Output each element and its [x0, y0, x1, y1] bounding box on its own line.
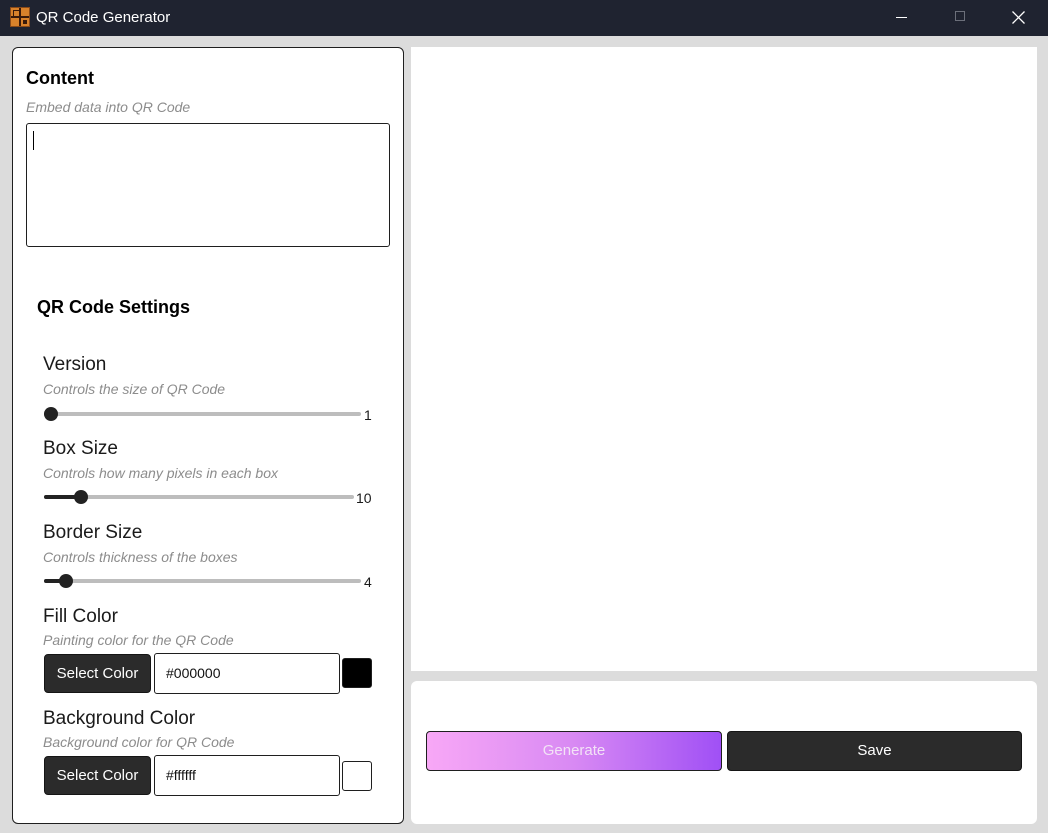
- action-panel: Generate Save: [411, 681, 1037, 824]
- version-hint: Controls the size of QR Code: [43, 381, 226, 397]
- fill-color-swatch: [342, 658, 372, 688]
- qr-app-icon: [10, 7, 30, 27]
- text-cursor: [33, 131, 34, 150]
- fill-select-color-button[interactable]: Select Color: [44, 654, 151, 693]
- close-icon[interactable]: [989, 0, 1047, 36]
- fill-color-hint: Painting color for the QR Code: [43, 632, 234, 648]
- background-select-color-button[interactable]: Select Color: [44, 756, 151, 795]
- background-color-label: Background Color: [43, 708, 196, 729]
- version-label: Version: [43, 354, 107, 375]
- slider-thumb[interactable]: [59, 574, 74, 588]
- slider-thumb[interactable]: [73, 490, 88, 504]
- content-hint: Embed data into QR Code: [26, 99, 191, 115]
- slider-track: [44, 412, 361, 416]
- border-size-label: Border Size: [43, 522, 143, 543]
- box-size-hint: Controls how many pixels in each box: [43, 465, 279, 481]
- minimize-icon[interactable]: [873, 0, 931, 36]
- slider-track: [44, 495, 354, 499]
- border-size-value: 4: [364, 574, 372, 590]
- slider-thumb[interactable]: [44, 407, 58, 421]
- settings-title: QR Code Settings: [37, 297, 191, 317]
- fill-color-field[interactable]: #000000: [154, 653, 340, 694]
- background-color-hint: Background color for QR Code: [43, 734, 235, 750]
- generate-button[interactable]: Generate: [426, 731, 722, 771]
- background-color-swatch: [342, 761, 372, 791]
- slider-track: [44, 579, 361, 583]
- border-size-slider[interactable]: [44, 573, 361, 589]
- background-color-field[interactable]: #ffffff: [154, 755, 340, 796]
- box-size-value: 10: [356, 490, 372, 506]
- content-title: Content: [26, 68, 94, 88]
- box-size-slider[interactable]: [44, 489, 354, 505]
- window-title: QR Code Generator: [36, 9, 171, 26]
- save-button[interactable]: Save: [727, 731, 1022, 771]
- version-value: 1: [364, 407, 372, 423]
- settings-panel: Content Embed data into QR Code QR Code …: [12, 47, 404, 824]
- box-size-label: Box Size: [43, 438, 118, 459]
- qr-preview-area: [411, 47, 1037, 671]
- border-size-hint: Controls thickness of the boxes: [43, 549, 238, 565]
- title-bar: QR Code Generator: [0, 0, 1048, 36]
- content-input[interactable]: [26, 123, 390, 247]
- maximize-icon[interactable]: [931, 0, 989, 36]
- fill-color-label: Fill Color: [43, 606, 118, 627]
- version-slider[interactable]: [44, 406, 361, 422]
